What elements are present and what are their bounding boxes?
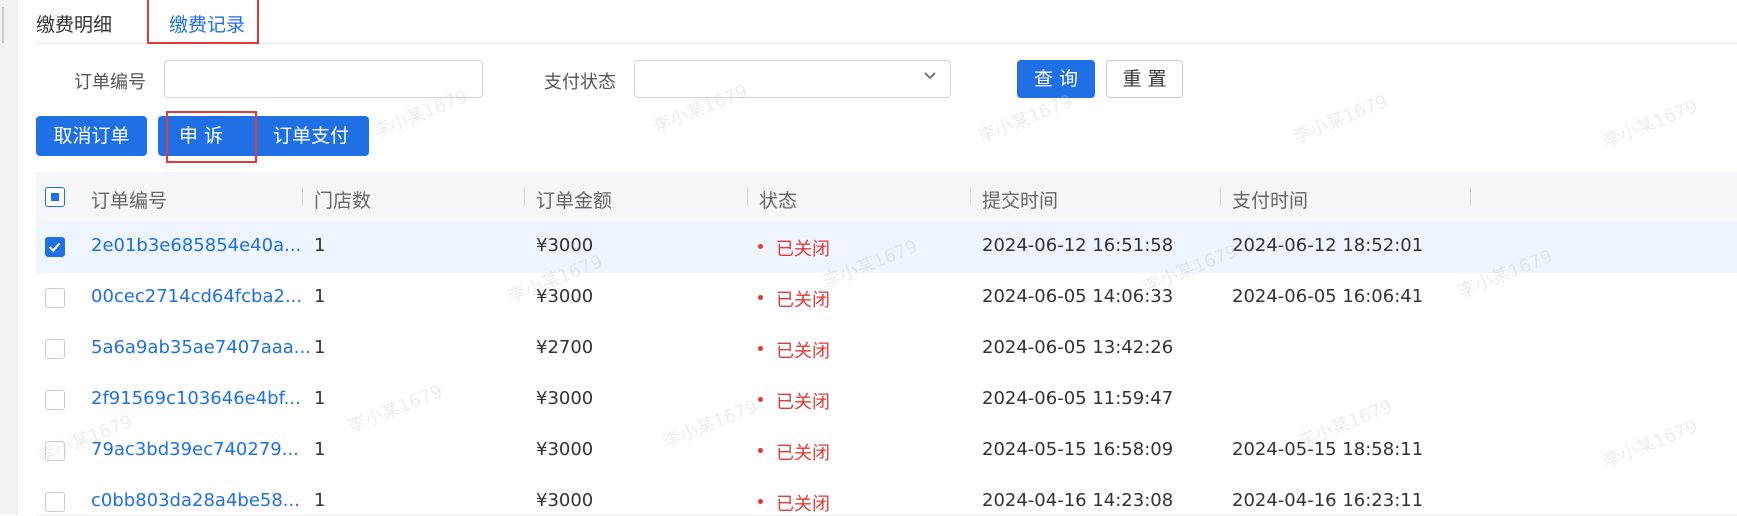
col-amount: 订单金额 bbox=[536, 190, 613, 212]
col-submit-time: 提交时间 bbox=[982, 190, 1059, 212]
highlight-box-tab bbox=[147, 0, 259, 44]
amount-cell: ¥3000 bbox=[536, 490, 594, 511]
status-dot bbox=[758, 244, 763, 249]
table-header: 订单编号 门店数 订单金额 状态 提交时间 支付时间 bbox=[36, 172, 1737, 223]
tab-payment-details[interactable]: 缴费明细 bbox=[36, 10, 112, 37]
pay-time-cell: 2024-04-16 16:23:11 bbox=[1232, 490, 1424, 511]
col-separator[interactable] bbox=[1470, 188, 1471, 206]
amount-cell: ¥2700 bbox=[536, 337, 594, 358]
col-stores: 门店数 bbox=[314, 190, 372, 212]
status-dot bbox=[758, 499, 763, 504]
pay-status-select[interactable] bbox=[634, 60, 951, 98]
status-cell: 已关闭 bbox=[776, 392, 830, 413]
table-row[interactable]: c0bb803da28a4be58... 1 ¥3000 已关闭 2024-04… bbox=[36, 477, 1737, 516]
status-cell: 已关闭 bbox=[776, 443, 830, 464]
row-checkbox[interactable] bbox=[45, 390, 65, 410]
pay-time-cell: 2024-06-12 18:52:01 bbox=[1232, 235, 1424, 256]
watermark: 李小某1679 bbox=[1600, 95, 1701, 153]
row-checkbox[interactable] bbox=[45, 492, 65, 512]
chevron-down-icon bbox=[924, 72, 936, 80]
col-separator[interactable] bbox=[970, 188, 971, 206]
row-checkbox[interactable] bbox=[45, 441, 65, 461]
order-no-link[interactable]: 00cec2714cd64fcba2... bbox=[91, 286, 302, 307]
submit-time-cell: 2024-06-05 13:42:26 bbox=[982, 337, 1174, 358]
submit-time-cell: 2024-05-15 16:58:09 bbox=[982, 439, 1174, 460]
pay-time-cell: 2024-06-05 16:06:41 bbox=[1232, 286, 1424, 307]
amount-cell: ¥3000 bbox=[536, 235, 594, 256]
order-no-link[interactable]: 5a6a9ab35ae7407aaa... bbox=[91, 337, 311, 358]
col-separator[interactable] bbox=[747, 188, 748, 206]
col-status: 状态 bbox=[759, 190, 798, 212]
submit-time-cell: 2024-04-16 14:23:08 bbox=[982, 490, 1174, 511]
amount-cell: ¥3000 bbox=[536, 286, 594, 307]
stores-cell: 1 bbox=[314, 286, 326, 307]
submit-time-cell: 2024-06-12 16:51:58 bbox=[982, 235, 1174, 256]
submit-time-cell: 2024-06-05 14:06:33 bbox=[982, 286, 1174, 307]
status-cell: 已关闭 bbox=[776, 239, 830, 260]
col-order-no: 订单编号 bbox=[91, 190, 168, 212]
table-row[interactable]: 79ac3bd39ec740279... 1 ¥3000 已关闭 2024-05… bbox=[36, 426, 1737, 478]
checkmark-icon bbox=[48, 242, 61, 253]
amount-cell: ¥3000 bbox=[536, 388, 594, 409]
order-no-input[interactable] bbox=[164, 60, 483, 98]
stores-cell: 1 bbox=[314, 490, 326, 511]
status-dot bbox=[758, 346, 763, 351]
stores-cell: 1 bbox=[314, 337, 326, 358]
reset-button[interactable]: 重 置 bbox=[1106, 60, 1183, 98]
order-no-link[interactable]: 2f91569c103646e4bf... bbox=[91, 388, 301, 409]
col-separator[interactable] bbox=[524, 188, 525, 206]
col-pay-time: 支付时间 bbox=[1232, 190, 1309, 212]
submit-time-cell: 2024-06-05 11:59:47 bbox=[982, 388, 1174, 409]
row-checkbox[interactable] bbox=[45, 237, 65, 257]
pay-time-cell: 2024-05-15 18:58:11 bbox=[1232, 439, 1424, 460]
amount-cell: ¥3000 bbox=[536, 439, 594, 460]
panel-edge-mark bbox=[2, 7, 4, 43]
stores-cell: 1 bbox=[314, 235, 326, 256]
table-row[interactable]: 00cec2714cd64fcba2... 1 ¥3000 已关闭 2024-0… bbox=[36, 273, 1737, 325]
order-pay-button[interactable]: 订单支付 bbox=[252, 117, 370, 155]
row-checkbox[interactable] bbox=[45, 339, 65, 359]
order-no-link[interactable]: c0bb803da28a4be58... bbox=[91, 490, 300, 511]
table-row[interactable]: 2e01b3e685854e40a... 1 ¥3000 已关闭 2024-06… bbox=[36, 222, 1737, 274]
stores-cell: 1 bbox=[314, 388, 326, 409]
select-all-checkbox[interactable] bbox=[45, 187, 65, 207]
cancel-order-button[interactable]: 取消订单 bbox=[36, 116, 147, 156]
status-cell: 已关闭 bbox=[776, 341, 830, 362]
left-panel-edge bbox=[0, 0, 18, 515]
status-cell: 已关闭 bbox=[776, 494, 830, 515]
stores-cell: 1 bbox=[314, 439, 326, 460]
order-no-link[interactable]: 2e01b3e685854e40a... bbox=[91, 235, 301, 256]
status-dot bbox=[758, 397, 763, 402]
order-no-filter-label: 订单编号 bbox=[74, 72, 146, 93]
row-checkbox[interactable] bbox=[45, 288, 65, 308]
status-dot bbox=[758, 448, 763, 453]
order-no-link[interactable]: 79ac3bd39ec740279... bbox=[91, 439, 299, 460]
highlight-box-appeal bbox=[166, 111, 257, 163]
query-button[interactable]: 查 询 bbox=[1017, 60, 1095, 98]
col-separator[interactable] bbox=[1220, 188, 1221, 206]
watermark: 李小某1679 bbox=[1290, 90, 1391, 148]
table-row[interactable]: 2f91569c103646e4bf... 1 ¥3000 已关闭 2024-0… bbox=[36, 375, 1737, 427]
table-row[interactable]: 5a6a9ab35ae7407aaa... 1 ¥2700 已关闭 2024-0… bbox=[36, 324, 1737, 376]
status-cell: 已关闭 bbox=[776, 290, 830, 311]
col-separator[interactable] bbox=[302, 188, 303, 206]
tab-bar: 缴费明细 缴费记录 bbox=[36, 0, 1737, 44]
status-dot bbox=[758, 295, 763, 300]
pay-status-filter-label: 支付状态 bbox=[544, 72, 616, 93]
